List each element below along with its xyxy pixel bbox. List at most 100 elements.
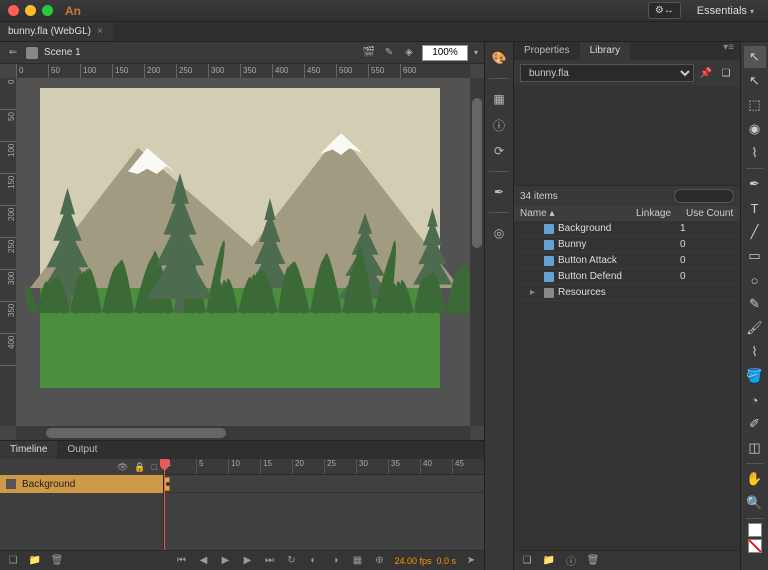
movieclip-icon	[544, 240, 554, 250]
new-layer-button[interactable]: ❏	[6, 554, 20, 568]
brush-tool[interactable]: 🖌	[744, 317, 766, 339]
clapper-icon[interactable]: 🎬	[362, 46, 376, 60]
tab-properties[interactable]: Properties	[514, 42, 580, 60]
line-tool[interactable]: ╱	[744, 221, 766, 243]
brush-panel-icon[interactable]: ✒	[489, 182, 509, 202]
goto-last-icon[interactable]: ⏭	[262, 554, 276, 568]
pencil-tool[interactable]: ✎	[744, 293, 766, 315]
hand-tool[interactable]: ✋	[744, 468, 766, 490]
cc-panel-icon[interactable]: ◎	[489, 223, 509, 243]
eyedropper-tool[interactable]: ✐	[744, 413, 766, 435]
step-forward-icon[interactable]: ▶	[240, 554, 254, 568]
frames-area[interactable]: 151015202530354045	[164, 459, 484, 550]
outline-icon[interactable]: □	[152, 462, 157, 472]
paint-bucket-tool[interactable]: 🪣	[744, 365, 766, 387]
sync-settings-button[interactable]: ⚙↔	[648, 2, 681, 19]
back-icon[interactable]: ⇐	[6, 46, 20, 60]
document-tabs: bunny.fla (WebGL) ×	[0, 22, 768, 42]
symbol-icon[interactable]: ◈	[402, 46, 416, 60]
titlebar: An ⚙↔ Essentials ▾	[0, 0, 768, 22]
color-panel-icon[interactable]: 🎨	[489, 48, 509, 68]
column-linkage[interactable]: Linkage	[630, 206, 680, 221]
delete-layer-button[interactable]: 🗑	[50, 554, 64, 568]
workspace-switcher[interactable]: Essentials ▾	[691, 5, 760, 17]
play-icon[interactable]: ▶	[218, 554, 232, 568]
info-panel-icon[interactable]: ⓘ	[489, 115, 509, 135]
new-symbol-button[interactable]: ❏	[520, 554, 534, 568]
subselection-tool[interactable]: ↖	[744, 70, 766, 92]
chevron-down-icon: ▾	[750, 7, 754, 16]
tab-timeline[interactable]: Timeline	[0, 441, 57, 459]
minimize-window[interactable]	[25, 5, 36, 16]
eraser-tool[interactable]: ◫	[744, 437, 766, 459]
edit-multiple-icon[interactable]: ▦	[350, 554, 364, 568]
item-count: 34 items	[520, 191, 558, 202]
timeline-panel: Timeline Output 👁 🔒 □ Background 1	[0, 440, 484, 570]
playhead[interactable]	[164, 459, 165, 550]
layer-row[interactable]: Background	[0, 475, 163, 493]
scroll-thumb[interactable]	[472, 98, 482, 248]
tab-library[interactable]: Library	[580, 42, 631, 60]
align-panel-icon[interactable]: ▦	[489, 89, 509, 109]
column-name[interactable]: Name ▴	[514, 206, 630, 221]
loop-icon[interactable]: ↻	[284, 554, 298, 568]
close-icon[interactable]: ×	[97, 26, 103, 37]
pen-tool[interactable]: ✒	[744, 173, 766, 195]
scroll-thumb[interactable]	[46, 428, 226, 438]
scrollbar-horizontal[interactable]	[16, 426, 470, 440]
properties-button[interactable]: ⓘ	[564, 554, 578, 568]
stage-viewport[interactable]	[16, 78, 470, 426]
close-window[interactable]	[8, 5, 19, 16]
edit-scene-icon[interactable]: ✎	[382, 46, 396, 60]
zoom-tool[interactable]: 🔍	[744, 492, 766, 514]
library-item[interactable]: Button Defend0	[514, 269, 740, 285]
center-frame-icon[interactable]: ⊕	[372, 554, 386, 568]
new-folder-button[interactable]: 📁	[28, 554, 42, 568]
new-library-icon[interactable]: ❏	[718, 65, 734, 81]
new-folder-button[interactable]: 📁	[542, 554, 556, 568]
fill-color-swatch[interactable]	[748, 539, 762, 553]
stroke-color-swatch[interactable]	[748, 523, 762, 537]
scrollbar-vertical[interactable]	[470, 78, 484, 426]
text-tool[interactable]: T	[744, 197, 766, 219]
pin-icon[interactable]: 📌	[698, 65, 714, 81]
library-preview	[514, 86, 740, 186]
panel-menu-icon[interactable]: ▾≡	[723, 42, 740, 60]
onion-skin-icon[interactable]: ◐	[306, 554, 320, 568]
onion-outline-icon[interactable]: ◑	[328, 554, 342, 568]
frame-ruler[interactable]: 151015202530354045	[164, 459, 484, 475]
step-back-icon[interactable]: ◀	[196, 554, 210, 568]
maximize-window[interactable]	[42, 5, 53, 16]
layer-header: 👁 🔒 □	[0, 459, 163, 475]
library-item[interactable]: Background1	[514, 221, 740, 237]
transform-panel-icon[interactable]: ⟳	[489, 141, 509, 161]
tab-output[interactable]: Output	[57, 441, 107, 459]
frame-row[interactable]	[164, 475, 484, 493]
oval-tool[interactable]: ○	[744, 269, 766, 291]
visibility-icon[interactable]: 👁	[117, 462, 128, 473]
library-file-select[interactable]: bunny.fla	[520, 64, 694, 82]
column-use-count[interactable]: Use Count	[680, 206, 740, 221]
scene-name[interactable]: Scene 1	[44, 47, 81, 58]
movieclip-icon	[544, 224, 554, 234]
scroll-icon[interactable]: ➤	[464, 554, 478, 568]
zoom-dropdown-icon[interactable]: ▾	[474, 48, 478, 57]
workspace-name: Essentials	[697, 5, 747, 17]
stage-canvas[interactable]	[40, 88, 440, 388]
library-item[interactable]: Bunny0	[514, 237, 740, 253]
ink-bottle-tool[interactable]: ◔	[744, 389, 766, 411]
delete-button[interactable]: 🗑	[586, 554, 600, 568]
lasso-tool[interactable]: ⌇	[744, 142, 766, 164]
bone-tool[interactable]: ⌇	[744, 341, 766, 363]
selection-tool[interactable]: ↖	[744, 46, 766, 68]
3d-rotation-tool[interactable]: ◉	[744, 118, 766, 140]
library-item[interactable]: ▸Resources	[514, 285, 740, 301]
lock-icon[interactable]: 🔒	[134, 462, 145, 473]
document-tab[interactable]: bunny.fla (WebGL) ×	[0, 22, 113, 41]
library-search[interactable]	[674, 189, 734, 203]
library-item[interactable]: Button Attack0	[514, 253, 740, 269]
rectangle-tool[interactable]: ▭	[744, 245, 766, 267]
zoom-input[interactable]: 100%	[422, 45, 468, 61]
free-transform-tool[interactable]: ⬚	[744, 94, 766, 116]
goto-first-icon[interactable]: ⏮	[174, 554, 188, 568]
